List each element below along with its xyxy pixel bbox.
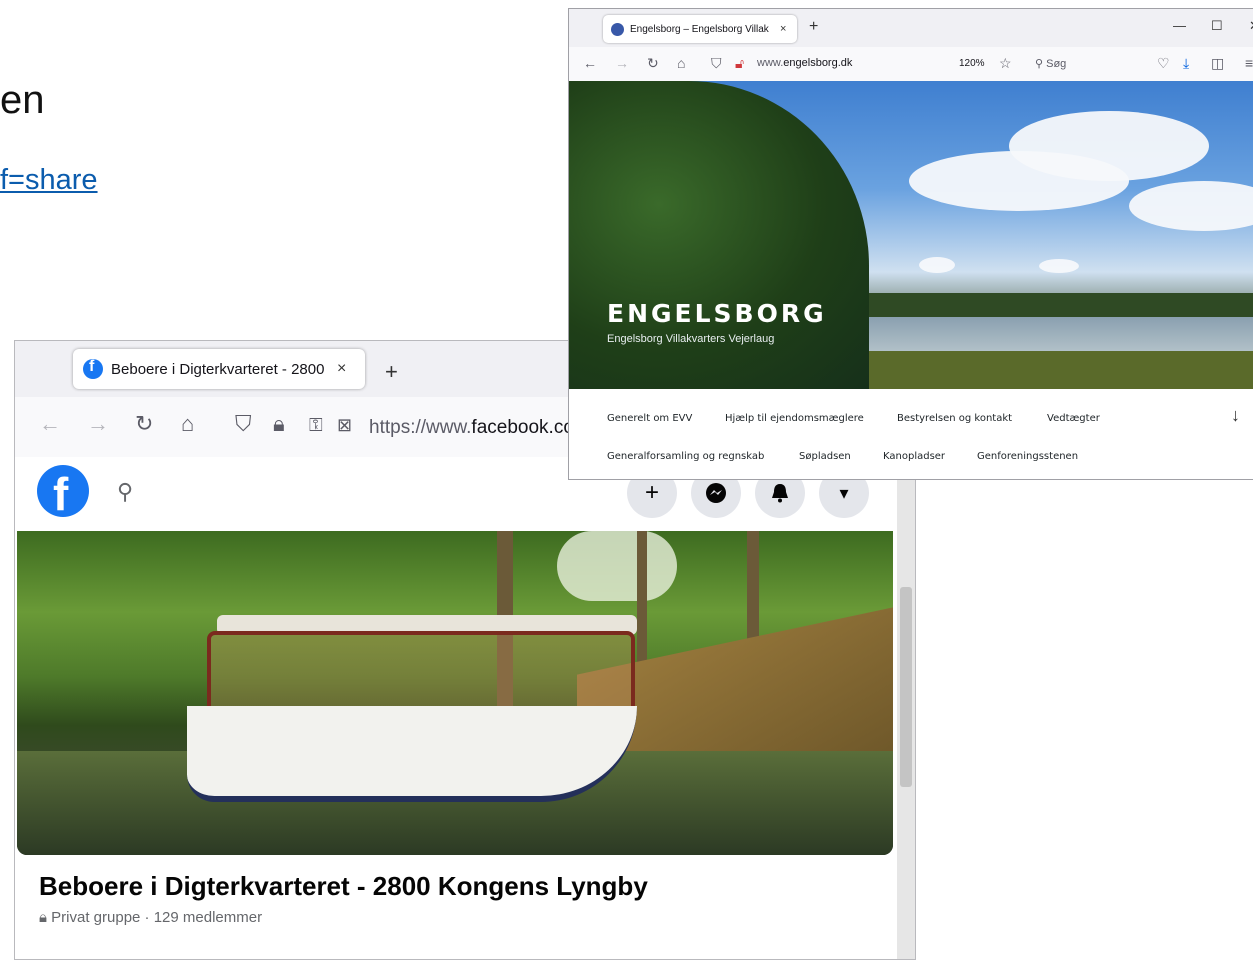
hero-image: ENGELSBORG Engelsborg Villakvarters Veje… <box>569 81 1253 389</box>
url-bar[interactable]: https://www.facebook.co <box>369 417 574 439</box>
back-icon[interactable]: ← <box>583 55 597 71</box>
url-prefix: https://www. <box>369 417 472 438</box>
tab-title: Engelsborg – Engelsborg Villak <box>630 23 769 35</box>
tab-close-icon[interactable]: × <box>780 23 786 35</box>
tab-strip: Engelsborg – Engelsborg Villak × + — ☐ ✕ <box>569 9 1253 47</box>
menu-item-generelt[interactable]: Generelt om EVV <box>607 413 692 424</box>
lock-icon: 🔒︎ <box>39 909 52 926</box>
bell-glyph-icon <box>772 484 788 503</box>
group-cover-photo <box>17 531 893 855</box>
page-scrollbar[interactable] <box>897 457 915 959</box>
maximize-icon[interactable]: ☐ <box>1211 18 1223 34</box>
cover-sky-patch <box>557 531 677 601</box>
background-heading-fragment: en <box>0 78 45 122</box>
hero-cloud <box>1129 181 1253 231</box>
messenger-glyph-icon <box>706 483 726 503</box>
menu-item-soepladsen[interactable]: Søpladsen <box>799 451 851 462</box>
tab-engelsborg[interactable]: Engelsborg – Engelsborg Villak × <box>603 15 797 43</box>
hero-treeline <box>869 293 1253 317</box>
reload-icon[interactable]: ↻ <box>647 55 659 72</box>
home-icon[interactable]: ⌂ <box>677 55 685 71</box>
menu-icon[interactable]: ≡ <box>1245 55 1253 71</box>
facebook-page: ⚲ + ▾ Beboere i Digterkvarteret - 2800 K… <box>15 457 899 959</box>
tab-title: Beboere i Digterkvarteret - 2800 <box>111 360 325 378</box>
url-domain: engelsborg.dk <box>783 57 853 69</box>
downloads-icon[interactable]: ⤓ <box>1183 55 1189 72</box>
pocket-icon[interactable]: ♡ <box>1157 55 1170 72</box>
wordpress-favicon-icon <box>611 22 624 36</box>
zoom-level[interactable]: 120% <box>959 58 985 69</box>
facebook-favicon-icon <box>83 358 103 379</box>
url-bar[interactable]: www.engelsborg.dk <box>757 57 852 69</box>
tab-close-icon[interactable]: × <box>337 360 346 378</box>
close-window-icon[interactable]: ✕ <box>1249 18 1253 34</box>
cover-boat-hull <box>187 706 637 802</box>
minimize-icon[interactable]: — <box>1173 18 1186 33</box>
engelsborg-browser-window: Engelsborg – Engelsborg Villak × + — ☐ ✕… <box>568 8 1253 480</box>
camera-blocked-icon[interactable]: ⊠ <box>337 415 352 436</box>
hero-cloud <box>1009 111 1209 181</box>
new-tab-button[interactable]: + <box>809 18 818 36</box>
search-field[interactable]: ⚲ Søg <box>1035 57 1066 70</box>
site-navigation-menu: Generelt om EVV Hjælp til ejendomsmægler… <box>569 389 1253 479</box>
menu-item-kanopladser[interactable]: Kanopladser <box>883 451 945 462</box>
hero-cloud <box>1039 259 1079 273</box>
menu-item-ejendomsmaeglere[interactable]: Hjælp til ejendomsmæglere <box>725 413 864 424</box>
search-placeholder: Søg <box>1046 58 1067 70</box>
background-share-link[interactable]: f=share <box>0 164 98 197</box>
shield-icon[interactable]: ⛉ <box>711 55 722 72</box>
lock-icon[interactable]: 🔒︎ <box>273 411 285 437</box>
group-meta: 🔒︎ Privat gruppe · 129 medlemmer <box>39 909 262 926</box>
insecure-lock-icon[interactable]: 🔓︎ <box>735 55 744 72</box>
permissions-icon[interactable]: ⚿ <box>309 415 323 436</box>
group-title[interactable]: Beboere i Digterkvarteret - 2800 Kongens… <box>39 871 648 902</box>
facebook-logo-icon[interactable] <box>37 465 89 521</box>
search-icon[interactable]: ⚲ <box>117 479 133 505</box>
back-icon[interactable]: ← <box>39 411 61 437</box>
forward-icon[interactable]: → <box>615 55 629 71</box>
menu-item-genforeningsstenen[interactable]: Genforeningsstenen <box>977 451 1078 462</box>
home-icon[interactable]: ⌂ <box>181 411 194 437</box>
menu-item-vedtaegter[interactable]: Vedtægter <box>1047 413 1100 424</box>
group-meta-text: Privat gruppe · 129 medlemmer <box>51 909 263 926</box>
url-prefix: www. <box>757 57 784 69</box>
site-title[interactable]: ENGELSBORG <box>607 299 827 328</box>
sidebar-icon[interactable]: ◫ <box>1211 55 1224 72</box>
site-subtitle: Engelsborg Villakvarters Vejerlaug <box>607 333 775 345</box>
shield-icon[interactable]: ⛉ <box>235 411 252 437</box>
scrollbar-thumb[interactable] <box>900 587 912 787</box>
forward-icon[interactable]: → <box>87 411 109 437</box>
navigation-toolbar: ← → ↻ ⌂ ⛉ 🔓︎ www.engelsborg.dk 120% ☆ ⚲ … <box>569 47 1253 81</box>
new-tab-button[interactable]: + <box>385 359 398 385</box>
tab-facebook-group[interactable]: Beboere i Digterkvarteret - 2800 × <box>73 349 365 389</box>
menu-item-generalforsamling[interactable]: Generalforsamling og regnskab <box>607 451 764 462</box>
menu-item-bestyrelsen[interactable]: Bestyrelsen og kontakt <box>897 413 1012 424</box>
scroll-down-arrow-icon[interactable]: ↓ <box>1231 405 1240 426</box>
hero-cloud <box>919 257 955 273</box>
url-domain: facebook.co <box>471 417 574 438</box>
bookmark-star-icon[interactable]: ☆ <box>999 55 1012 72</box>
reload-icon[interactable]: ↻ <box>135 411 153 437</box>
search-icon: ⚲ <box>1035 58 1047 70</box>
